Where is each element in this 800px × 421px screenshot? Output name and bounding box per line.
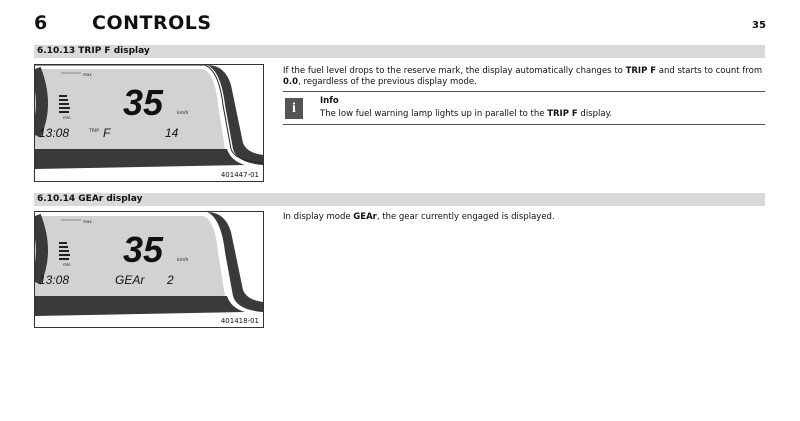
clock-readout: 13:08 <box>39 126 69 140</box>
gear-description: In display mode GEAr, the gear currently… <box>283 212 555 222</box>
min-label: min <box>63 115 71 120</box>
gear-value-readout: 2 <box>166 273 174 287</box>
dashboard-illustration: max min 35 km/h 13:08 GEAr 2 <box>35 212 263 316</box>
max-label: max <box>83 72 92 77</box>
speed-readout: 35 <box>123 82 164 123</box>
section-heading-trip-f: 6.10.13 TRIP F display <box>34 45 765 58</box>
page-number: 35 <box>752 20 766 31</box>
info-text: The low fuel warning lamp lights up in p… <box>320 109 613 119</box>
mode-readout: F <box>103 126 111 140</box>
clock-readout: 13:08 <box>39 273 69 287</box>
min-label: min <box>63 262 71 267</box>
dashboard-illustration: max min 35 km/h 13:08 TRIP F 14 <box>35 65 263 181</box>
trip-prefix: TRIP <box>88 128 99 134</box>
mode-readout: GEAr <box>115 273 145 287</box>
trip-value-readout: 14 <box>165 126 179 140</box>
chapter-number: 6 <box>34 12 48 34</box>
figure-id: 401418-01 <box>220 317 259 325</box>
dashboard-figure-trip-f: max min 35 km/h 13:08 TRIP F 14 401447-0… <box>34 64 264 182</box>
speed-readout: 35 <box>123 229 164 270</box>
info-box: i Info The low fuel warning lamp lights … <box>283 91 765 125</box>
speed-unit: km/h <box>177 257 189 263</box>
chapter-title: CONTROLS <box>92 12 212 34</box>
figure-id: 401447-01 <box>220 171 259 179</box>
section-heading-gear: 6.10.14 GEAr display <box>34 193 765 206</box>
max-label: max <box>83 219 92 224</box>
info-icon: i <box>285 98 303 119</box>
dashboard-figure-gear: max min 35 km/h 13:08 GEAr 2 401418-01 <box>34 211 264 328</box>
speed-unit: km/h <box>177 110 189 116</box>
trip-f-description: If the fuel level drops to the reserve m… <box>283 66 763 87</box>
info-heading: Info <box>320 96 339 106</box>
